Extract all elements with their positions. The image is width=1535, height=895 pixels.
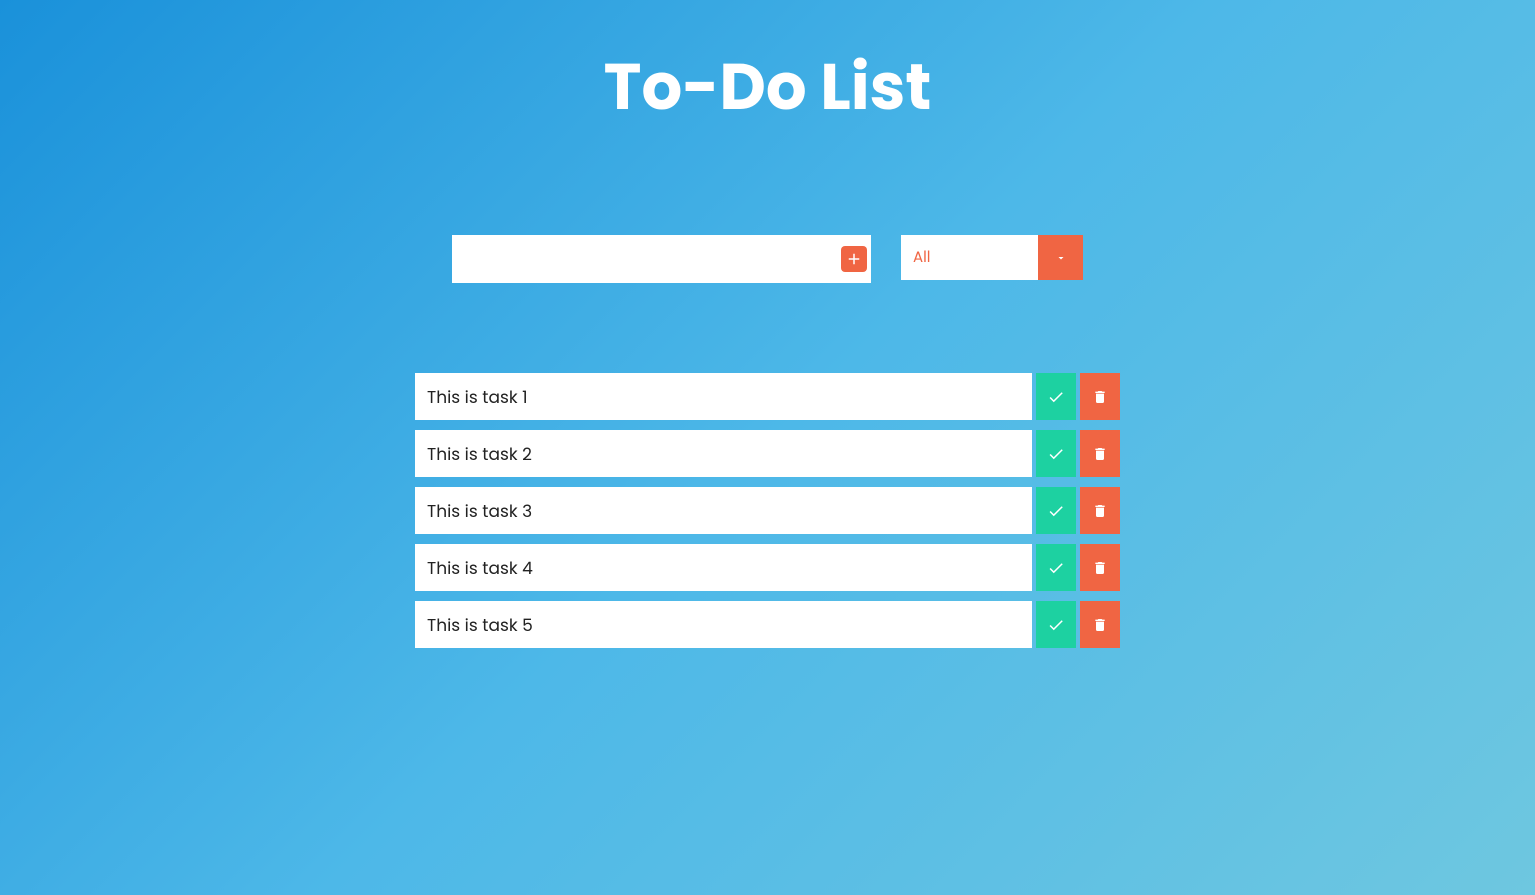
complete-task-button[interactable] — [1036, 544, 1076, 591]
filter-wrapper: All — [901, 235, 1083, 280]
filter-arrow-icon — [1038, 235, 1083, 280]
task-text: This is task 4 — [415, 544, 1032, 591]
page-title: To-Do List — [604, 40, 932, 135]
complete-task-button[interactable] — [1036, 430, 1076, 477]
trash-icon — [1092, 389, 1108, 405]
trash-icon — [1092, 617, 1108, 633]
delete-task-button[interactable] — [1080, 544, 1120, 591]
check-icon — [1047, 559, 1065, 577]
task-input[interactable] — [452, 235, 871, 283]
add-task-button[interactable] — [841, 246, 867, 272]
delete-task-button[interactable] — [1080, 430, 1120, 477]
check-icon — [1047, 445, 1065, 463]
trash-icon — [1092, 560, 1108, 576]
delete-task-button[interactable] — [1080, 487, 1120, 534]
check-icon — [1047, 388, 1065, 406]
delete-task-button[interactable] — [1080, 601, 1120, 648]
check-icon — [1047, 616, 1065, 634]
task-item: This is task 2 — [415, 430, 1120, 477]
task-item: This is task 1 — [415, 373, 1120, 420]
task-item: This is task 4 — [415, 544, 1120, 591]
task-item: This is task 3 — [415, 487, 1120, 534]
task-text: This is task 5 — [415, 601, 1032, 648]
task-text: This is task 3 — [415, 487, 1032, 534]
input-wrapper — [452, 235, 871, 283]
complete-task-button[interactable] — [1036, 601, 1076, 648]
filter-select[interactable]: All — [901, 235, 1038, 280]
delete-task-button[interactable] — [1080, 373, 1120, 420]
trash-icon — [1092, 446, 1108, 462]
task-text: This is task 1 — [415, 373, 1032, 420]
app-container: To-Do List All This is task 1 — [0, 0, 1535, 648]
complete-task-button[interactable] — [1036, 487, 1076, 534]
plus-icon — [841, 246, 867, 272]
task-text: This is task 2 — [415, 430, 1032, 477]
check-icon — [1047, 502, 1065, 520]
task-item: This is task 5 — [415, 601, 1120, 648]
trash-icon — [1092, 503, 1108, 519]
task-list: This is task 1 This is task 2 This is ta… — [415, 373, 1120, 648]
controls-row: All — [452, 235, 1083, 283]
complete-task-button[interactable] — [1036, 373, 1076, 420]
